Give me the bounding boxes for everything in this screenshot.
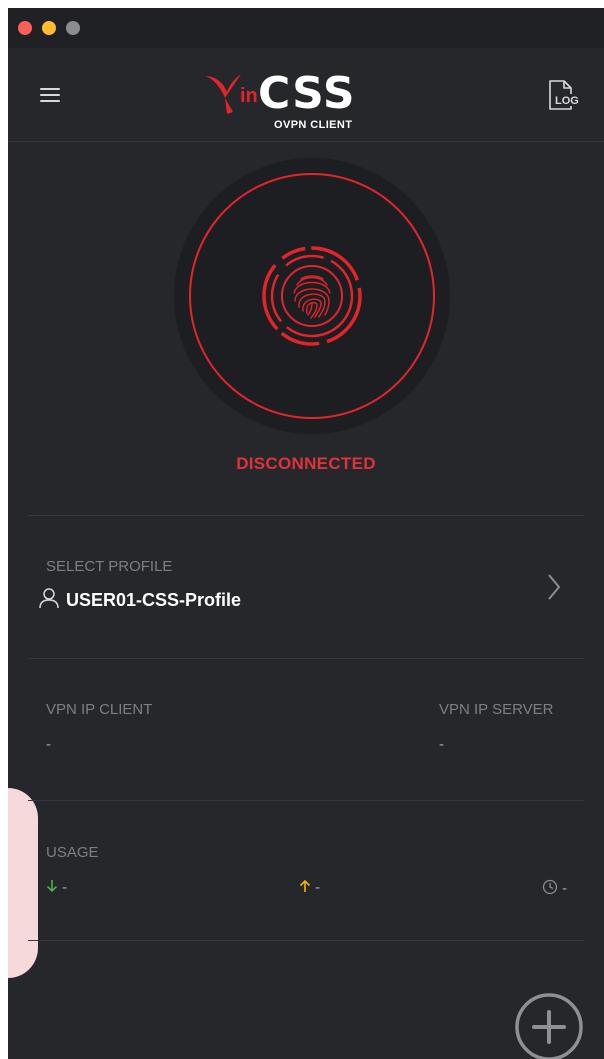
logo-name-text: CSS (258, 68, 356, 119)
hamburger-menu-icon[interactable] (38, 81, 72, 109)
download-usage: - (46, 879, 67, 896)
user-icon (39, 588, 59, 609)
vpn-ip-client-value: - (46, 736, 51, 753)
vpn-ip-client-label: VPN IP CLIENT (46, 701, 153, 718)
clock-icon (542, 879, 558, 895)
zoom-window-button[interactable] (66, 21, 80, 35)
session-time-value: - (562, 880, 568, 897)
divider (28, 940, 584, 941)
plus-circle-icon (515, 993, 583, 1059)
divider (28, 658, 584, 659)
add-profile-button[interactable] (514, 992, 584, 1059)
divider (28, 515, 584, 516)
log-button-label: LOG (555, 95, 579, 107)
log-button[interactable]: LOG (544, 78, 579, 112)
arrow-up-icon (299, 879, 311, 892)
arrow-down-icon (46, 880, 58, 893)
close-window-button[interactable] (18, 21, 32, 35)
download-value: - (62, 879, 68, 896)
vpn-ip-server-value: - (439, 736, 444, 753)
app-header: in CSS OVPN CLIENT LOG (8, 48, 604, 142)
select-profile-row[interactable]: SELECT PROFILE USER01-CSS-Profile (28, 538, 584, 658)
divider (28, 800, 584, 801)
app-window: in CSS OVPN CLIENT LOG DISCONNECTED SELE… (8, 8, 604, 1059)
vpn-ip-server-label: VPN IP SERVER (439, 701, 554, 718)
profile-name: USER01-CSS-Profile (66, 590, 242, 610)
chevron-right-icon[interactable] (546, 572, 562, 602)
connection-status: DISCONNECTED (236, 454, 376, 473)
select-profile-label: SELECT PROFILE (46, 558, 173, 575)
upload-usage: - (299, 879, 320, 896)
logo-mark-text: in (240, 85, 258, 107)
connect-button[interactable] (189, 173, 435, 419)
logo-subtitle: OVPN CLIENT (274, 119, 353, 131)
usage-label: USAGE (46, 844, 99, 861)
fingerprint-icon (262, 246, 362, 346)
connect-button-surround (174, 158, 450, 434)
background-decoration (8, 788, 38, 978)
minimize-window-button[interactable] (42, 21, 56, 35)
upload-value: - (315, 879, 321, 896)
session-time-usage: - (542, 879, 567, 897)
title-bar (8, 8, 604, 48)
app-logo: in CSS OVPN CLIENT (203, 66, 393, 138)
